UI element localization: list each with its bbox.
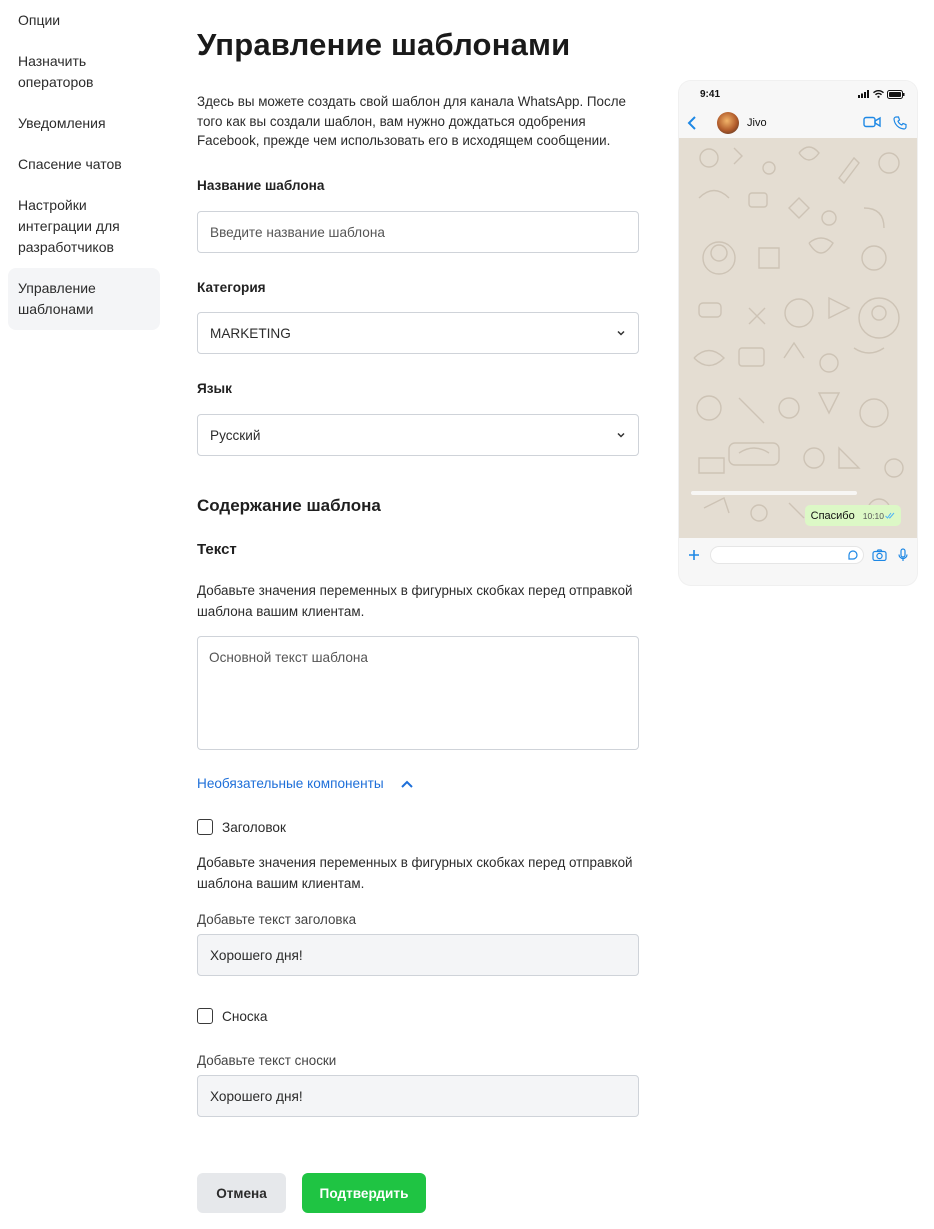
template-name-placeholder: Введите название шаблона (210, 224, 385, 240)
sidebar-item-chat-rescue[interactable]: Спасение чатов (8, 144, 160, 185)
chat-actions (863, 115, 907, 130)
language-select[interactable]: Русский (197, 414, 639, 456)
message-time-text: 10:10 (862, 510, 884, 521)
chat-header: Jivo (679, 107, 917, 138)
header-checkbox-label: Заголовок (222, 819, 286, 835)
body-text-area[interactable]: Основной текст шаблона (197, 636, 639, 750)
category-value: MARKETING (210, 325, 291, 341)
microphone-icon[interactable] (898, 547, 908, 562)
sidebar-item-label: Опции (18, 12, 61, 28)
sidebar-item-label: Назначить операторов (18, 53, 94, 90)
intro-text: Здесь вы можете создать свой шаблон для … (197, 94, 626, 149)
cancel-button[interactable]: Отмена (197, 1173, 286, 1213)
chevron-down-icon (617, 432, 625, 438)
header-checkbox[interactable] (197, 819, 213, 835)
back-arrow-icon[interactable] (685, 115, 701, 131)
confirm-button[interactable]: Подтвердить (302, 1173, 426, 1213)
camera-icon[interactable] (872, 548, 887, 561)
wifi-icon (873, 90, 884, 98)
header-text-value: Хорошего дня! (210, 947, 303, 963)
footer-checkbox-label: Сноска (222, 1008, 268, 1024)
footer-text-input[interactable]: Хорошего дня! (197, 1075, 639, 1117)
template-name-input[interactable]: Введите название шаблона (197, 211, 639, 253)
content-section-title: Содержание шаблона (197, 496, 381, 515)
sidebar-item-template-management[interactable]: Управление шаблонами (8, 268, 160, 330)
chat-background: Спасибо 10:10 (679, 138, 917, 538)
footer-text-value: Хорошего дня! (210, 1088, 303, 1104)
phone-status-bar: 9:41 (679, 81, 917, 107)
text-hint: Добавьте значения переменных в фигурных … (197, 583, 633, 619)
input-actions (872, 547, 908, 562)
footer-checkbox-row[interactable]: Сноска (197, 1008, 268, 1024)
footer-checkbox[interactable] (197, 1008, 213, 1024)
contact-name: Jivo (747, 116, 767, 129)
header-text-input[interactable]: Хорошего дня! (197, 934, 639, 976)
message-input[interactable] (710, 545, 864, 564)
footer-field-label: Добавьте текст сноски (197, 1053, 337, 1068)
whatsapp-preview: 9:41 Jivo Спасибо 10:10 (679, 81, 917, 585)
status-time: 9:41 (700, 88, 721, 100)
sidebar-item-label: Уведомления (18, 115, 106, 131)
chat-input-bar (679, 538, 917, 571)
sidebar-item-developer-integration[interactable]: Настройки интеграции для разработчиков (8, 185, 138, 268)
sticker-icon[interactable] (847, 549, 859, 561)
plus-icon[interactable] (688, 549, 700, 561)
language-value: Русский (210, 427, 261, 443)
typing-line (691, 491, 857, 495)
video-call-icon[interactable] (863, 116, 881, 128)
chevron-down-icon (617, 330, 625, 336)
sidebar-item-assign-operators[interactable]: Назначить операторов (8, 41, 118, 103)
page-title: Управление шаблонами (197, 27, 571, 62)
header-hint: Добавьте значения переменных в фигурных … (197, 855, 633, 891)
sidebar-item-label: Настройки интеграции для разработчиков (18, 197, 120, 255)
language-label: Язык (197, 381, 232, 396)
signal-icon (858, 90, 869, 98)
phone-call-icon[interactable] (893, 115, 907, 130)
sidebar-item-label: Спасение чатов (18, 156, 122, 172)
template-name-label: Название шаблона (197, 178, 325, 193)
sidebar-item-notifications[interactable]: Уведомления (8, 103, 160, 144)
header-field-label: Добавьте текст заголовка (197, 912, 357, 927)
body-text-placeholder: Основной текст шаблона (209, 650, 368, 665)
message-bubble: Спасибо 10:10 (804, 505, 901, 526)
text-subtitle: Текст (197, 541, 237, 558)
battery-icon (887, 89, 905, 99)
avatar (717, 111, 739, 134)
chevron-up-icon (400, 780, 413, 788)
status-icons (858, 89, 905, 99)
double-check-icon (885, 512, 895, 519)
sidebar-item-label: Управление шаблонами (18, 280, 96, 317)
message-time: 10:10 (863, 511, 895, 521)
optional-components-label: Необязательные компоненты (197, 776, 384, 791)
doodle-pattern-icon (693, 146, 904, 522)
category-select[interactable]: MARKETING (197, 312, 639, 354)
message-text: Спасибо (810, 509, 855, 522)
settings-sidebar: Опции Назначить операторов Уведомления С… (8, 0, 160, 330)
optional-components-toggle[interactable]: Необязательные компоненты (197, 776, 414, 791)
header-checkbox-row[interactable]: Заголовок (197, 819, 286, 835)
category-label: Категория (197, 280, 266, 295)
sidebar-item-options[interactable]: Опции (8, 0, 160, 41)
